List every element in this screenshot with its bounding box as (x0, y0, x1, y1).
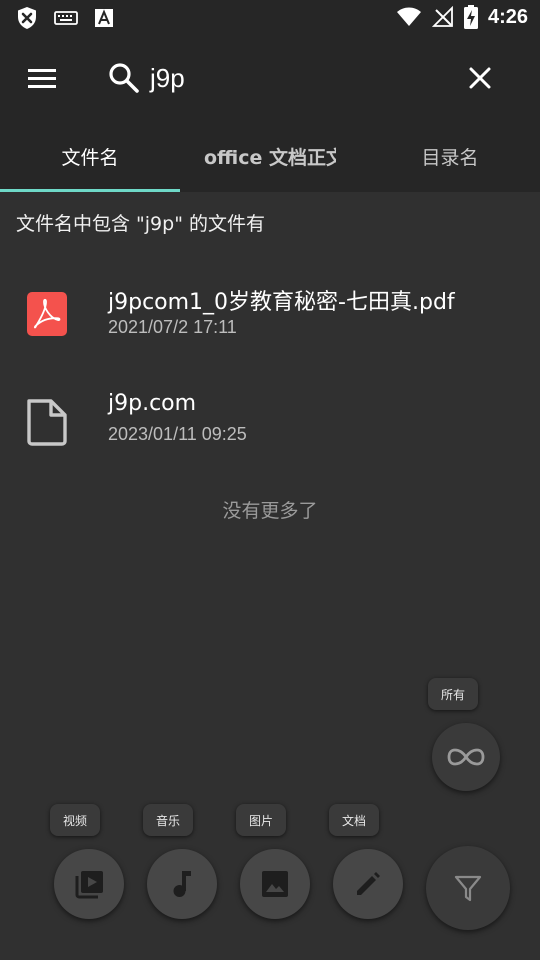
file-date: 2023/01/11 09:25 (108, 424, 247, 444)
file-name: j9pcom1_0岁教育秘密-七田真.pdf (108, 290, 455, 315)
tab-bar: 文件名 office 文档正文 目录名 (0, 120, 540, 192)
image-filter-chip[interactable]: 图片 (236, 804, 286, 836)
status-bar: 4:26 (0, 0, 540, 36)
image-icon (262, 871, 288, 897)
keyboard-icon (54, 11, 78, 25)
tab-dirname[interactable]: 目录名 (360, 120, 540, 192)
no-signal-icon (431, 6, 453, 27)
pdf-icon (27, 292, 67, 336)
filter-menu-button[interactable] (426, 846, 510, 930)
app-bar: j9p (0, 36, 540, 120)
wifi-icon (396, 7, 421, 26)
video-filter-button[interactable] (54, 849, 124, 919)
all-filter-button[interactable] (432, 723, 500, 791)
close-icon[interactable] (460, 58, 500, 98)
file-row[interactable]: j9p.com 2023/01/11 09:25 (0, 387, 540, 477)
search-input[interactable]: j9p (150, 60, 185, 96)
file-date: 2021/07/2 17:11 (108, 317, 237, 337)
shield-icon (18, 7, 36, 29)
search-icon (109, 63, 139, 93)
doc-filter-button[interactable] (333, 849, 403, 919)
all-filter-chip[interactable]: 所有 (428, 678, 478, 710)
status-bar-left (16, 6, 114, 30)
music-filter-button[interactable] (147, 849, 217, 919)
filter-icon (454, 875, 482, 902)
battery-charging-icon (463, 5, 478, 29)
music-filter-chip[interactable]: 音乐 (143, 804, 193, 836)
file-name: j9p.com (108, 391, 197, 416)
text-a-icon (95, 9, 113, 27)
tab-filename[interactable]: 文件名 (0, 120, 180, 192)
image-filter-button[interactable] (240, 849, 310, 919)
end-of-list-text: 没有更多了 (222, 500, 318, 522)
music-note-icon (173, 871, 191, 897)
infinity-icon (447, 748, 485, 766)
file-row[interactable]: j9pcom1_0岁教育秘密-七田真.pdf 2021/07/2 17:11 (0, 280, 540, 370)
tab-office-content[interactable]: office 文档正文 (180, 120, 336, 192)
menu-icon[interactable] (20, 58, 64, 98)
video-library-icon (75, 871, 103, 899)
tab-indicator (0, 189, 180, 192)
video-filter-chip[interactable]: 视频 (50, 804, 100, 836)
status-time: 4:26 (487, 5, 528, 28)
file-icon (27, 399, 67, 446)
doc-filter-chip[interactable]: 文档 (329, 804, 379, 836)
pencil-icon (357, 872, 380, 895)
results-caption: 文件名中包含 "j9p" 的文件有 (16, 213, 265, 235)
status-bar-right: 4:26 (396, 5, 528, 29)
